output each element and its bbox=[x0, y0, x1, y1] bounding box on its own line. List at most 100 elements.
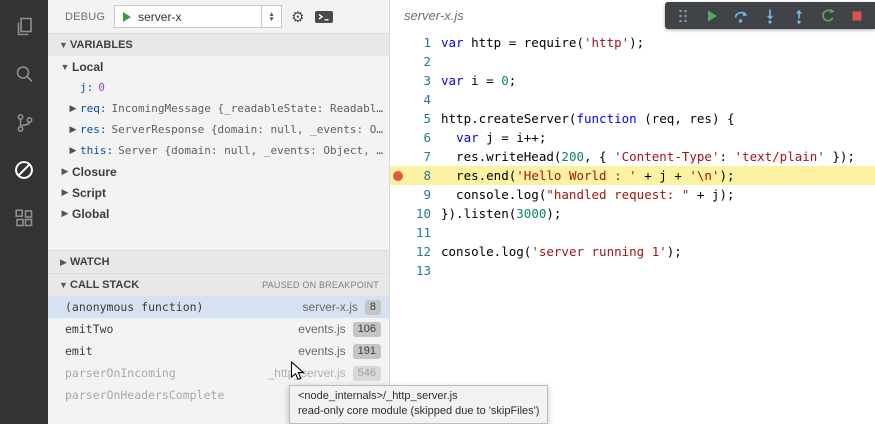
launch-config-select[interactable]: server-x ▲▼ bbox=[114, 5, 282, 28]
variables-pane-header[interactable]: ▼ VARIABLES bbox=[48, 33, 389, 56]
code-line[interactable]: 6 var j = i++; bbox=[390, 128, 875, 147]
variable-row[interactable]: ▶req:IncomingMessage {_readableState: Re… bbox=[48, 98, 389, 119]
activity-bar bbox=[0, 0, 48, 424]
code-line[interactable]: 5http.createServer(function (req, res) { bbox=[390, 109, 875, 128]
chevron-right-icon[interactable]: ▶ bbox=[58, 208, 72, 219]
expand-icon[interactable]: ▶ bbox=[66, 124, 80, 135]
extensions-icon bbox=[13, 207, 36, 230]
activity-item-search[interactable] bbox=[0, 50, 48, 98]
code-text: http.createServer(function (req, res) { bbox=[431, 109, 735, 128]
breakpoint-margin[interactable] bbox=[390, 109, 405, 128]
stop-button[interactable] bbox=[849, 8, 865, 24]
line-number: 4 bbox=[405, 90, 431, 109]
callstack-pane-header[interactable]: ▼ CALL STACK PAUSED ON BREAKPOINT bbox=[48, 273, 389, 296]
code-line[interactable]: 4 bbox=[390, 90, 875, 109]
activity-item-explorer[interactable] bbox=[0, 2, 48, 50]
breakpoint-margin[interactable] bbox=[390, 242, 405, 261]
code-line[interactable]: 3var i = 0; bbox=[390, 71, 875, 90]
callstack-pane-title: CALL STACK bbox=[70, 279, 139, 291]
code-text: res.end('Hello World : ' + j + '\n'); bbox=[431, 166, 735, 185]
code-line[interactable]: 2 bbox=[390, 52, 875, 71]
code-line[interactable]: 12console.log('server running 1'); bbox=[390, 242, 875, 261]
code-line[interactable]: 8 res.end('Hello World : ' + j + '\n'); bbox=[390, 166, 875, 185]
chevron-right-icon[interactable]: ▶ bbox=[58, 166, 72, 177]
restart-icon bbox=[820, 8, 836, 24]
code-text: res.writeHead(200, { 'Content-Type': 'te… bbox=[431, 147, 855, 166]
chevron-down-icon: ▼ bbox=[57, 40, 70, 50]
variable-name: res: bbox=[80, 123, 107, 136]
breakpoint-margin[interactable] bbox=[390, 261, 405, 280]
vscode-window: DEBUG server-x ▲▼ ⚙ ▼ VARIABLES ▼Local▶j… bbox=[0, 0, 875, 424]
continue-button[interactable] bbox=[704, 8, 720, 24]
step-out-icon bbox=[791, 8, 807, 24]
code-line[interactable]: 13 bbox=[390, 261, 875, 280]
variable-row[interactable]: ▶res:ServerResponse {domain: null, _even… bbox=[48, 119, 389, 140]
callstack-frame[interactable]: emitevents.js191 bbox=[48, 340, 389, 362]
step-into-button[interactable] bbox=[762, 8, 778, 24]
chevron-down-icon[interactable]: ▼ bbox=[58, 62, 72, 72]
code-line[interactable]: 10}).listen(3000); bbox=[390, 204, 875, 223]
variable-row[interactable]: ▶this:Server {domain: null, _events: Obj… bbox=[48, 140, 389, 161]
activity-item-debug[interactable] bbox=[0, 146, 48, 194]
watch-pane-title: WATCH bbox=[70, 256, 110, 268]
breakpoint-margin[interactable] bbox=[390, 166, 405, 185]
callstack-frame[interactable]: emitTwoevents.js106 bbox=[48, 318, 389, 340]
watch-pane-header[interactable]: ▶ WATCH bbox=[48, 250, 389, 273]
breakpoint-margin[interactable] bbox=[390, 33, 405, 52]
code-line[interactable]: 7 res.writeHead(200, { 'Content-Type': '… bbox=[390, 147, 875, 166]
chevron-right-icon[interactable]: ▶ bbox=[58, 187, 72, 198]
breakpoint-margin[interactable] bbox=[390, 223, 405, 242]
frame-file-name: events.js bbox=[298, 344, 345, 358]
expand-icon[interactable]: ▶ bbox=[66, 103, 80, 114]
activity-item-extensions[interactable] bbox=[0, 194, 48, 242]
tooltip: <node_internals>/_http_server.js read-on… bbox=[289, 385, 548, 424]
file-label[interactable]: server-x.js bbox=[404, 8, 464, 23]
drag-handle[interactable] bbox=[675, 8, 691, 24]
scope-row[interactable]: ▶Global bbox=[48, 203, 389, 224]
scope-label: Script bbox=[72, 186, 106, 200]
stop-icon bbox=[849, 8, 865, 24]
step-over-button[interactable] bbox=[733, 8, 749, 24]
configure-gear-icon[interactable]: ⚙ bbox=[291, 8, 304, 26]
debug-console-icon[interactable] bbox=[314, 9, 334, 25]
frame-function-name: emitTwo bbox=[65, 322, 298, 336]
scope-row[interactable]: ▶Script bbox=[48, 182, 389, 203]
breakpoint-margin[interactable] bbox=[390, 71, 405, 90]
breakpoint-margin[interactable] bbox=[390, 185, 405, 204]
breakpoint-margin[interactable] bbox=[390, 204, 405, 223]
sidebar-title: DEBUG bbox=[65, 11, 105, 23]
activity-item-source-control[interactable] bbox=[0, 98, 48, 146]
debug-sidebar: DEBUG server-x ▲▼ ⚙ ▼ VARIABLES ▼Local▶j… bbox=[48, 0, 390, 424]
code-text: var http = require('http'); bbox=[431, 33, 644, 52]
line-number: 8 bbox=[405, 166, 431, 185]
breakpoint-margin[interactable] bbox=[390, 90, 405, 109]
callstack-frame[interactable]: parserOnIncoming_http_server.js546 bbox=[48, 362, 389, 384]
frame-function-name: parserOnHeadersComplete bbox=[65, 388, 318, 402]
frame-file-name: server-x.js bbox=[303, 300, 358, 314]
code-line[interactable]: 9 console.log("handled request: " + j); bbox=[390, 185, 875, 204]
step-over-icon bbox=[733, 8, 749, 24]
line-number: 1 bbox=[405, 33, 431, 52]
start-debug-icon[interactable] bbox=[123, 12, 131, 22]
variable-row[interactable]: ▶j:0 bbox=[48, 77, 389, 98]
code-line[interactable]: 11 bbox=[390, 223, 875, 242]
breakpoint-margin[interactable] bbox=[390, 147, 405, 166]
breakpoint-margin[interactable] bbox=[390, 128, 405, 147]
restart-button[interactable] bbox=[820, 8, 836, 24]
code-text: var i = 0; bbox=[431, 71, 516, 90]
code-text: console.log("handled request: " + j); bbox=[431, 185, 735, 204]
callstack-frame[interactable]: (anonymous function)server-x.js8 bbox=[48, 296, 389, 318]
step-out-button[interactable] bbox=[791, 8, 807, 24]
frame-file-name: _http_server.js bbox=[268, 366, 346, 380]
select-chevrons-icon: ▲▼ bbox=[261, 6, 281, 27]
line-number: 5 bbox=[405, 109, 431, 128]
variable-value: 0 bbox=[98, 81, 105, 94]
code-line[interactable]: 1var http = require('http'); bbox=[390, 33, 875, 52]
breakpoint-margin[interactable] bbox=[390, 52, 405, 71]
expand-icon[interactable]: ▶ bbox=[66, 145, 80, 156]
variable-value: IncomingMessage {_readableState: Readabl… bbox=[112, 102, 384, 115]
scope-row[interactable]: ▶Closure bbox=[48, 161, 389, 182]
scope-row[interactable]: ▼Local bbox=[48, 56, 389, 77]
scope-label: Closure bbox=[72, 165, 117, 179]
code-text: var j = i++; bbox=[431, 128, 546, 147]
